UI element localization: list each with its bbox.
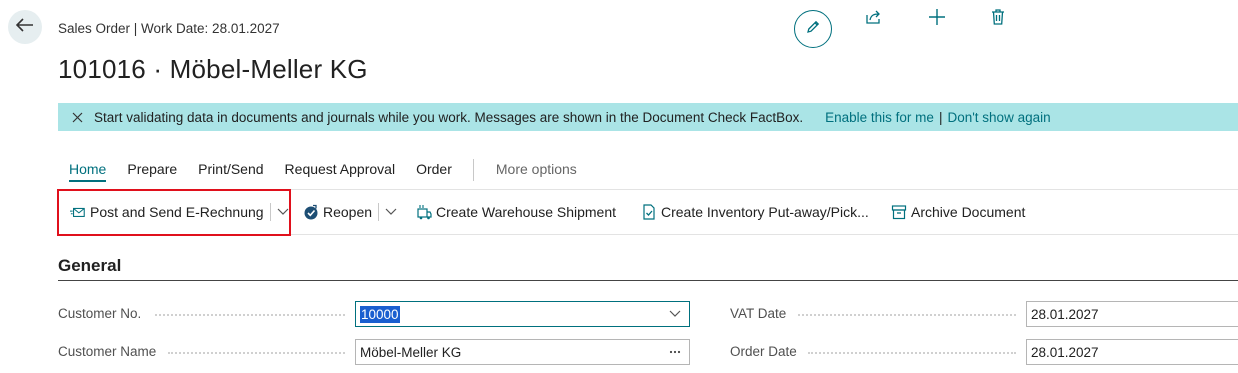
field-leader-dots [155, 314, 345, 316]
post-and-send-label: Post and Send E-Rechnung [90, 204, 264, 220]
dont-show-again-link[interactable]: Don't show again [947, 110, 1050, 125]
archive-icon [891, 204, 907, 220]
putaway-pick-icon [641, 204, 657, 220]
edit-button[interactable] [794, 10, 832, 48]
tab-home[interactable]: Home [69, 161, 107, 182]
post-send-icon [70, 204, 86, 220]
field-leader-dots [168, 352, 345, 354]
tab-more-options[interactable]: More options [496, 161, 577, 180]
new-button[interactable] [927, 8, 947, 31]
tab-order[interactable]: Order [416, 161, 452, 180]
reopen-label: Reopen [323, 204, 373, 220]
pencil-icon [805, 19, 821, 40]
section-title-general: General [58, 256, 122, 275]
action-tabs: Home Prepare Print/Send Request Approval… [58, 159, 598, 187]
plus-icon [928, 8, 946, 31]
field-leader-dots [808, 352, 1016, 354]
create-inventory-putaway-label: Create Inventory Put-away/Pick... [661, 204, 869, 220]
tab-request-approval[interactable]: Request Approval [285, 161, 396, 180]
order-date-label: Order Date [730, 344, 797, 359]
vat-date-label: VAT Date [730, 306, 787, 321]
customer-no-value: 10000 [360, 305, 400, 323]
reopen-button[interactable]: Reopen [303, 190, 397, 234]
customer-name-input[interactable]: Möbel-Meller KG [355, 339, 690, 365]
create-warehouse-shipment-button[interactable]: Create Warehouse Shipment [416, 190, 616, 234]
reopen-icon [303, 204, 319, 220]
banner-message: Start validating data in documents and j… [94, 109, 804, 125]
archive-document-button[interactable]: Archive Document [891, 190, 1025, 234]
share-icon [865, 9, 883, 30]
chevron-down-icon[interactable] [269, 203, 289, 221]
customer-no-input[interactable]: 10000 [355, 301, 690, 327]
delete-button[interactable] [988, 8, 1008, 31]
vat-date-input[interactable]: 28.01.2027 [1026, 301, 1238, 327]
order-date-value: 28.01.2027 [1031, 344, 1099, 360]
share-button[interactable] [864, 9, 884, 29]
post-and-send-button[interactable]: Post and Send E-Rechnung [70, 190, 289, 234]
field-leader-dots [798, 314, 1016, 316]
back-arrow-icon [15, 17, 34, 37]
close-icon[interactable] [72, 111, 84, 123]
order-date-input[interactable]: 28.01.2027 [1026, 339, 1238, 365]
vat-date-value: 28.01.2027 [1031, 306, 1099, 322]
create-inventory-putaway-button[interactable]: Create Inventory Put-away/Pick... [641, 190, 869, 234]
customer-name-value: Möbel-Meller KG [360, 344, 462, 360]
tab-divider [472, 159, 474, 181]
breadcrumb: Sales Order | Work Date: 28.01.2027 [58, 21, 280, 36]
top-actions [794, 10, 832, 48]
archive-document-label: Archive Document [911, 204, 1026, 220]
warehouse-shipment-icon [416, 204, 432, 220]
section-divider [58, 280, 1238, 281]
enable-link[interactable]: Enable this for me [825, 110, 934, 125]
notification-banner: Start validating data in documents and j… [58, 103, 1238, 131]
action-ribbon: Post and Send E-Rechnung Reopen Create W… [58, 189, 1238, 235]
chevron-down-icon[interactable] [669, 310, 681, 318]
chevron-down-icon[interactable] [378, 203, 397, 221]
back-button[interactable] [8, 10, 42, 44]
tab-prepare[interactable]: Prepare [127, 161, 177, 180]
create-warehouse-shipment-label: Create Warehouse Shipment [436, 204, 617, 220]
trash-icon [990, 8, 1006, 31]
banner-separator: | [938, 109, 943, 125]
tab-print-send[interactable]: Print/Send [198, 161, 263, 180]
customer-name-label: Customer Name [58, 344, 157, 359]
ellipsis-icon[interactable] [669, 350, 681, 354]
page-title: 101016 · Möbel-Meller KG [58, 54, 368, 84]
customer-no-label: Customer No. [58, 306, 142, 321]
